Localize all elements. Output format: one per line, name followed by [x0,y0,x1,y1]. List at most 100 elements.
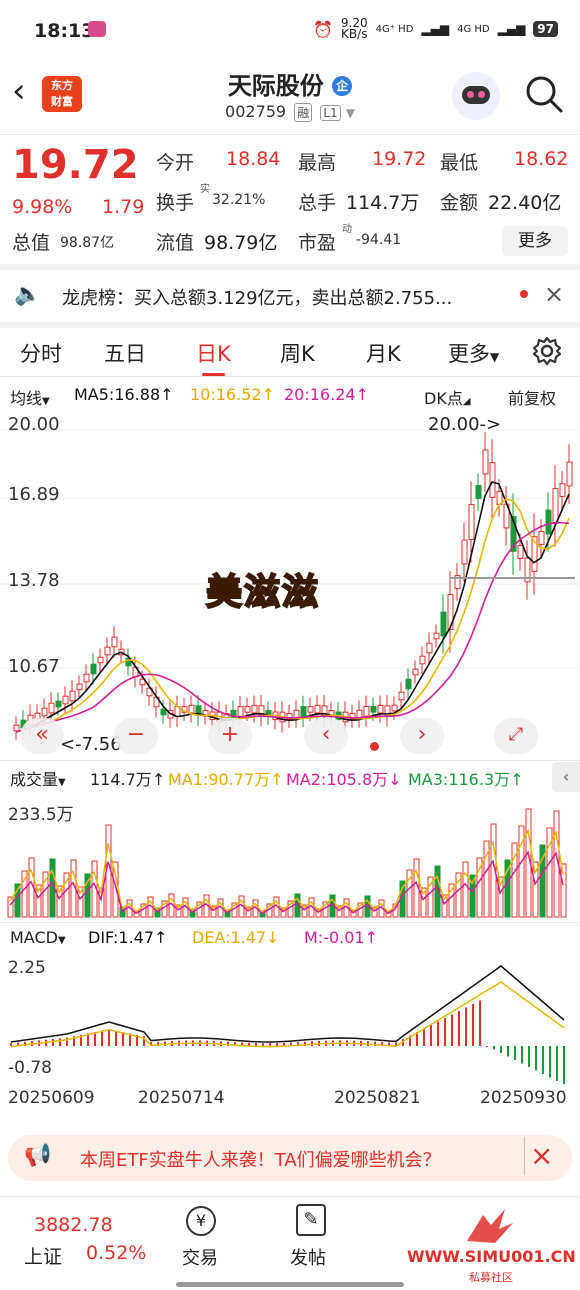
dk-point-toggle[interactable]: DK点◢ [424,385,471,409]
candle-body [559,483,566,497]
search-icon[interactable] [524,74,564,118]
header-divider [0,134,580,135]
close-icon[interactable]: × [544,280,564,308]
index-name[interactable]: 上证 [24,1242,62,1269]
candle-body [307,706,314,713]
candle-body [419,655,426,665]
macd-histogram-bar [59,1038,61,1046]
float-mcap-value: 98.79亿 [204,232,278,254]
vol-ma3-text: MA3:116.3万 [408,770,511,789]
candle-body [566,461,573,487]
macd-selector-label: MACD [10,928,58,947]
vol-ma2-text: MA2:105.8万 [286,770,389,789]
volume-selector-label: 成交量 [10,770,59,789]
macd-histogram-bar [262,1043,264,1046]
index-value[interactable]: 3882.78 [34,1214,113,1236]
ma10-value: 10:16.52↑ [190,385,275,404]
mcap-label: 总值 [12,232,51,254]
sticker-text: 美滋滋 [205,571,321,614]
macd-dif: DIF:1.47↑ [88,928,168,947]
page-indicator-dot [370,742,379,751]
status-time: 18:13 [34,20,95,42]
macd-dea-text: DEA:1.47 [192,928,267,947]
dragon-tiger-text: 龙虎榜：买入总额3.129亿元，卖出总额2.755... [62,288,453,309]
trade-label[interactable]: 交易 [182,1244,218,1270]
next-button[interactable]: › [400,718,444,754]
candle-body [461,539,468,565]
macd-histogram-bar [563,1046,565,1084]
macd-histogram-bar [444,1018,446,1046]
pe-label: 市盈 [298,232,337,254]
y-label-2: 16.89 [8,484,60,505]
max-price-marker: 20.00-> [428,414,502,435]
macd-histogram-bar [549,1046,551,1078]
post-label[interactable]: 发帖 [290,1244,326,1270]
macd-histogram-bar [255,1043,257,1046]
robot-avatar-icon[interactable] [452,72,500,120]
macd-histogram-bar [430,1025,432,1046]
adjust-mode[interactable]: 前复权 [508,385,556,409]
macd-histogram-bar [521,1046,523,1064]
pe-sup: 动 [342,224,352,235]
macd-selector[interactable]: MACD▼ [10,928,66,947]
battery-icon: 97 [533,21,558,37]
macd-histogram-bar [108,1029,110,1046]
candle-body [370,706,377,713]
turnover-label: 换手 [156,192,195,214]
candle-body [251,704,258,714]
candle-body [405,678,412,690]
more-button[interactable]: 更多 [502,226,568,256]
zoom-out-button[interactable]: − [114,718,158,754]
candle-body [356,709,363,719]
fullscreen-icon[interactable]: ⤢ [494,718,538,754]
change-amount: 1.79 [102,196,145,218]
prev-button[interactable]: ‹ [304,718,348,754]
banner-close-icon[interactable]: × [530,1139,553,1172]
volume-ymax: 233.5万 [8,805,74,825]
candle-body [398,691,405,701]
candle-body [440,611,447,637]
macd-chart[interactable] [0,954,580,1084]
tab-intraday[interactable]: 分时 [20,338,62,368]
trade-icon[interactable]: ¥ [186,1206,216,1236]
post-icon[interactable]: ✎ [296,1204,326,1236]
candle-body [426,642,433,654]
tab-monthly-k[interactable]: 月K [366,338,401,368]
scroll-left-button[interactable]: « [20,718,64,754]
tab-five-day[interactable]: 五日 [104,338,146,368]
candle-body [69,690,76,702]
volume-bar [462,861,469,918]
turnover-sup: 实 [200,184,210,195]
settings-icon[interactable] [532,336,562,371]
watermark-sub: 私募社区 [469,1271,513,1284]
section-divider [0,264,580,270]
high-label: 最高 [298,152,337,174]
ma-selector[interactable]: 均线▼ [10,385,50,409]
tab-more[interactable]: 更多▼ [448,338,499,368]
macd-histogram-bar [472,1004,474,1046]
alarm-icon: ⏰ [312,19,333,39]
macd-histogram-bar [493,1046,495,1050]
dragon-tiger-notice[interactable]: 🔈 龙虎榜：买入总额3.129亿元，卖出总额2.755... × [0,272,580,318]
volume-chart[interactable] [0,792,580,922]
change-percent: 9.98% [12,196,73,218]
status-icons: ⏰ 9.20 KB/s 4G⁺ HD ▂▄▆ 4G HD ▂▄▆ 97 [312,17,558,40]
zoom-in-button[interactable]: + [208,718,252,754]
signal-bars-icon: ▂▄▆ [421,22,450,36]
volume-label: 总手 [298,192,337,214]
macd-dea: DEA:1.47↓ [192,928,280,947]
volume-selector[interactable]: 成交量▼ [10,766,66,790]
tabs-divider [0,376,580,377]
ma20-value: 20:16.24↑ [284,385,369,404]
tab-daily-k[interactable]: 日K [196,338,231,376]
date-label-3: 20250821 [334,1088,421,1108]
index-change[interactable]: 0.52% [86,1242,146,1264]
dropdown-icon[interactable]: ▼ [346,106,355,120]
macd-histogram-bar [269,1043,271,1046]
macd-histogram-bar [535,1046,537,1071]
ma-selector-label: 均线 [10,389,43,408]
promo-banner[interactable]: 📢 本周ETF实盘牛人来袭！TA们偏爱哪些机会？ × [8,1135,572,1181]
collapse-icon[interactable]: ‹ [552,762,580,792]
tab-weekly-k[interactable]: 周K [280,338,315,368]
ma5-value: MA5:16.88↑ [74,385,174,404]
